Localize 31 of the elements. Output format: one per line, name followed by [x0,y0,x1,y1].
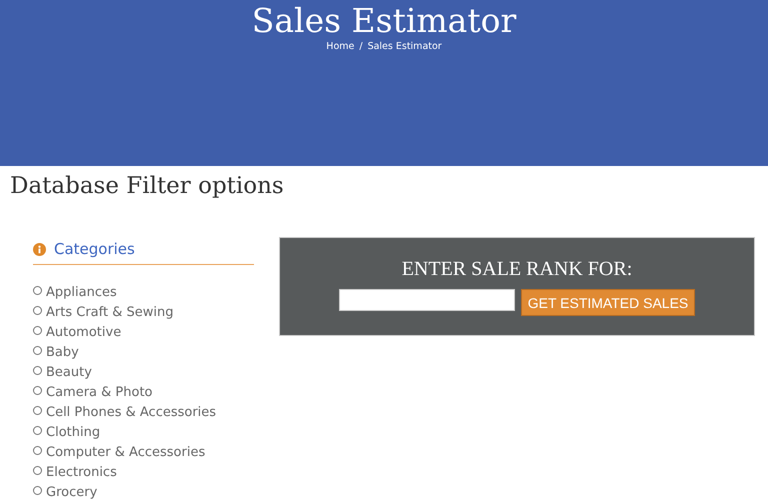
radio-button[interactable] [33,346,42,355]
categories-heading: Categories [54,240,135,258]
radio-button[interactable] [33,366,42,375]
category-label[interactable]: Computer & Accessories [46,444,206,460]
category-label[interactable]: Automotive [46,324,122,340]
category-label[interactable]: Electronics [46,464,117,480]
category-label[interactable]: Clothing [46,424,100,440]
radio-button[interactable] [33,306,42,315]
page-heading: Sales Estimator [252,0,516,42]
panel-heading: ENTER SALE RANK FOR: [402,258,632,281]
radio-button[interactable] [33,386,42,395]
breadcrumb-separator: / [359,41,363,52]
radio-button[interactable] [33,486,42,495]
breadcrumb-current: Sales Estimator [368,41,442,52]
category-label[interactable]: Baby [46,344,79,360]
category-label[interactable]: Appliances [46,284,117,300]
rank-input-field[interactable] [338,289,515,311]
info-icon [33,242,46,256]
category-label[interactable]: Cell Phones & Accessories [46,404,216,420]
radio-button[interactable] [33,426,42,435]
radio-button[interactable] [33,466,42,475]
breadcrumb-link[interactable]: Home [326,41,354,52]
category-label[interactable]: Beauty [46,364,92,380]
radio-button[interactable] [33,286,42,295]
category-label[interactable]: Camera & Photo [46,384,153,400]
radio-button[interactable] [33,446,42,455]
radio-button[interactable] [33,406,42,415]
category-label[interactable]: Arts Craft & Sewing [46,304,174,320]
section-heading: Database Filter options [10,172,285,200]
radio-button[interactable] [33,326,42,335]
category-label[interactable]: Grocery [46,484,98,500]
